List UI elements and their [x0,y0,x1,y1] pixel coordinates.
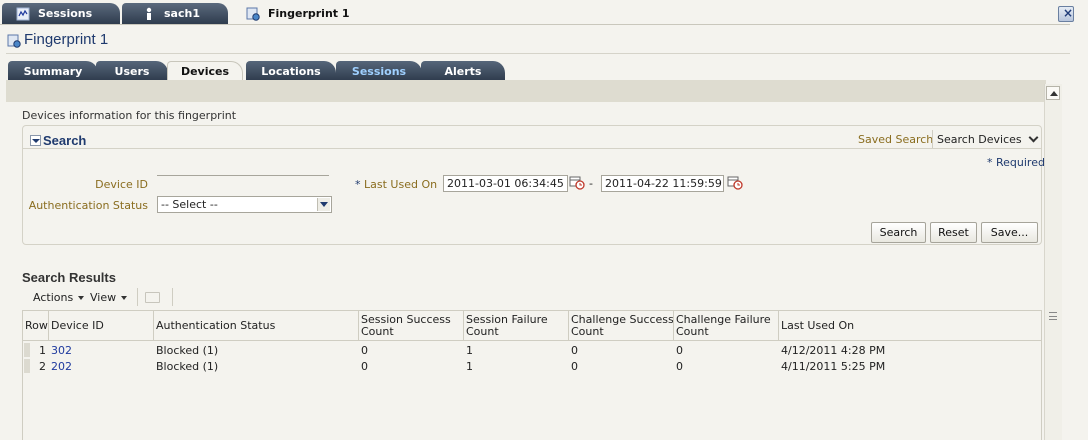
auth-status-select[interactable]: -- Select -- [157,196,332,213]
cell-last-used: 4/12/2011 4:28 PM [781,344,886,357]
cell-auth-status: Blocked (1) [156,344,219,357]
tab-summary[interactable]: Summary [8,61,98,81]
cell-row: 2 [39,360,46,373]
doc-tab-label: Sessions [38,7,93,20]
last-used-label-text: Last Used On [364,178,438,191]
tab-content-header [6,80,1046,102]
column-header-challenge-failure[interactable]: Challenge Failure Count [673,311,779,341]
cell-session-failure: 1 [466,360,473,373]
toolbar-separator [172,288,173,306]
fingerprint-icon [246,7,260,21]
auth-status-value: -- Select -- [161,198,218,211]
cell-last-used: 4/11/2011 5:25 PM [781,360,886,373]
chevron-down-icon [1028,132,1039,143]
fingerprint-icon [7,34,21,48]
cell-device-id-link[interactable]: 302 [51,344,72,357]
auth-status-label: Authentication Status [28,199,148,212]
doc-tab-label: sach1 [164,7,200,20]
vertical-scrollbar[interactable] [1044,84,1062,440]
doc-tab-fingerprint[interactable]: Fingerprint 1 [232,3,372,24]
title-divider [6,53,1070,54]
cell-device-id-link[interactable]: 202 [51,360,72,373]
tab-alerts[interactable]: Alerts [421,61,505,81]
search-title: Search [43,133,87,148]
device-id-input[interactable] [157,175,329,192]
reset-button[interactable]: Reset [930,222,977,243]
scroll-up-button[interactable] [1046,86,1060,100]
cell-session-failure: 1 [466,344,473,357]
column-header-last-used[interactable]: Last Used On [778,311,1041,341]
date-from-input[interactable]: 2011-03-01 06:34:45 PM [443,175,568,192]
view-label: View [90,291,117,304]
dropdown-arrow-icon[interactable] [317,198,330,211]
column-header-auth-status[interactable]: Authentication Status [153,311,359,341]
doc-tab-label: Fingerprint 1 [268,7,350,20]
view-menu[interactable]: View [90,291,128,304]
doc-tab-sessions[interactable]: Sessions [2,3,120,24]
folder-icon[interactable] [145,292,160,303]
caret-down-icon [121,296,128,300]
document-tab-bar: Sessions sach1 Fingerprint 1 [0,0,1088,26]
page-title: Fingerprint 1 [24,31,109,48]
search-button[interactable]: Search [871,222,926,243]
user-icon [142,7,156,21]
cell-challenge-failure: 0 [676,344,683,357]
row-header[interactable] [24,343,30,357]
toolbar-separator [137,288,138,306]
device-id-label: Device ID [95,178,148,191]
info-text: Devices information for this fingerprint [22,109,237,122]
close-document-icon[interactable] [1058,6,1074,22]
required-star: * [987,156,993,169]
saved-search-label: Saved Search [858,133,934,146]
cell-session-success: 0 [361,360,368,373]
required-label: Required [996,156,1045,169]
column-header-row[interactable]: Row [23,311,49,341]
row-header[interactable] [24,359,30,373]
tab-devices[interactable]: Devices [167,61,243,81]
required-note: * Required [987,156,1045,169]
collapse-icon[interactable] [30,135,41,146]
date-range-dash: - [589,177,593,190]
cell-challenge-success: 0 [571,360,578,373]
saved-search-select[interactable]: Search Devices [932,130,1039,148]
cell-session-success: 0 [361,344,368,357]
column-header-session-success[interactable]: Session Success Count [358,311,464,341]
scroll-grip-icon[interactable] [1049,312,1057,320]
date-to-input[interactable]: 2011-04-22 11:59:59 PM [601,175,724,192]
cell-challenge-success: 0 [571,344,578,357]
sessions-icon [16,7,30,21]
actions-label: Actions [33,291,74,304]
column-header-device-id[interactable]: Device ID [48,311,154,341]
doc-tab-divider [0,24,1070,25]
column-header-challenge-success[interactable]: Challenge Success Count [568,311,674,341]
actions-menu[interactable]: Actions [33,291,85,304]
last-used-label: * Last Used On [355,178,437,191]
caret-down-icon [78,296,85,300]
tab-sessions[interactable]: Sessions [336,61,422,81]
saved-search-value: Search Devices [937,132,1022,146]
cell-auth-status: Blocked (1) [156,360,219,373]
cell-row: 1 [39,344,46,357]
required-star: * [355,178,361,191]
save-button[interactable]: Save... [981,222,1038,243]
calendar-icon[interactable] [727,175,743,190]
calendar-icon[interactable] [569,175,585,190]
tab-locations[interactable]: Locations [246,61,336,81]
column-header-session-failure[interactable]: Session Failure Count [463,311,569,341]
cell-challenge-failure: 0 [676,360,683,373]
doc-tab-user[interactable]: sach1 [122,3,228,24]
tab-users[interactable]: Users [96,61,168,81]
results-title: Search Results [22,270,116,285]
